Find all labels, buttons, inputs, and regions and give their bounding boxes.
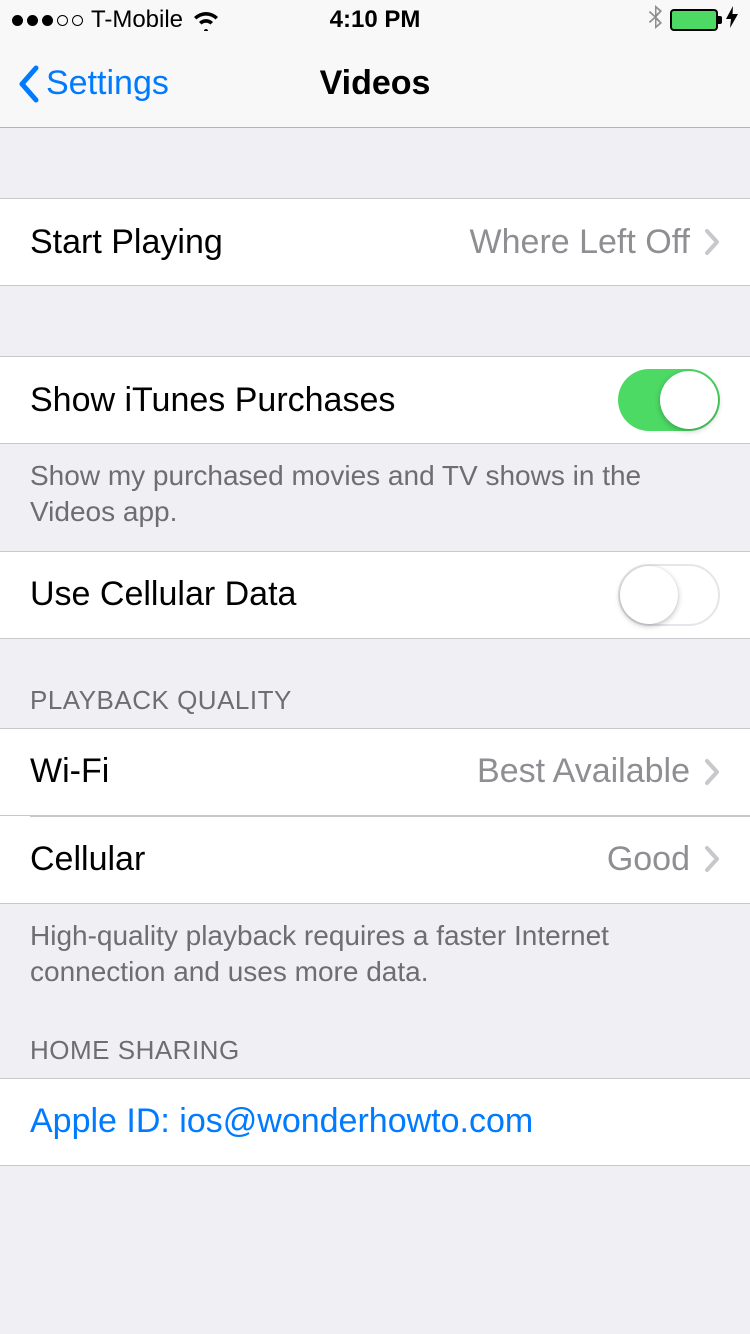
chevron-right-icon	[704, 845, 720, 873]
status-left: T-Mobile	[12, 6, 221, 34]
row-cellular-quality[interactable]: Cellular Good	[0, 816, 750, 904]
header-playback-quality: PLAYBACK QUALITY	[0, 639, 750, 728]
nav-bar: Settings Videos	[0, 40, 750, 128]
chevron-right-icon	[704, 758, 720, 786]
header-home-sharing: HOME SHARING	[0, 1011, 750, 1078]
back-button[interactable]: Settings	[16, 64, 169, 104]
battery-icon	[670, 9, 718, 31]
page-title: Videos	[320, 64, 431, 103]
row-value-text: Best Available	[477, 752, 690, 791]
row-value: Good	[607, 840, 720, 879]
group-cellular: Use Cellular Data	[0, 551, 750, 639]
group-itunes: Show iTunes Purchases	[0, 356, 750, 444]
back-label: Settings	[46, 64, 169, 103]
chevron-left-icon	[16, 64, 40, 104]
row-label: Wi-Fi	[30, 752, 109, 791]
row-value: Best Available	[477, 752, 720, 791]
row-label: Use Cellular Data	[30, 575, 296, 614]
footer-playback-quality: High-quality playback requires a faster …	[0, 904, 750, 1011]
charging-icon	[726, 6, 738, 34]
signal-strength-icon	[12, 15, 83, 26]
row-label: Start Playing	[30, 223, 223, 262]
row-apple-id[interactable]: Apple ID: ios@wonderhowto.com	[0, 1078, 750, 1166]
row-value-text: Where Left Off	[470, 223, 690, 262]
row-label: Show iTunes Purchases	[30, 381, 395, 420]
apple-id-label: Apple ID: ios@wonderhowto.com	[30, 1102, 533, 1141]
row-value-text: Good	[607, 840, 690, 879]
group-playback-quality: Wi-Fi Best Available Cellular Good	[0, 728, 750, 904]
status-time: 4:10 PM	[330, 6, 421, 34]
group-start-playing: Start Playing Where Left Off	[0, 198, 750, 286]
row-value: Where Left Off	[470, 223, 720, 262]
toggle-use-cellular[interactable]	[618, 564, 720, 626]
toggle-knob	[660, 371, 718, 429]
row-use-cellular-data[interactable]: Use Cellular Data	[0, 551, 750, 639]
footer-itunes: Show my purchased movies and TV shows in…	[0, 444, 750, 551]
wifi-icon	[191, 9, 221, 31]
row-show-itunes-purchases[interactable]: Show iTunes Purchases	[0, 356, 750, 444]
toggle-knob	[620, 566, 678, 624]
carrier-label: T-Mobile	[91, 6, 183, 34]
row-start-playing[interactable]: Start Playing Where Left Off	[0, 198, 750, 286]
toggle-show-itunes[interactable]	[618, 369, 720, 431]
bluetooth-icon	[648, 4, 664, 37]
status-right	[648, 4, 738, 37]
status-bar: T-Mobile 4:10 PM	[0, 0, 750, 40]
group-home-sharing: Apple ID: ios@wonderhowto.com	[0, 1078, 750, 1166]
row-wifi-quality[interactable]: Wi-Fi Best Available	[0, 728, 750, 816]
chevron-right-icon	[704, 228, 720, 256]
row-label: Cellular	[30, 840, 145, 879]
